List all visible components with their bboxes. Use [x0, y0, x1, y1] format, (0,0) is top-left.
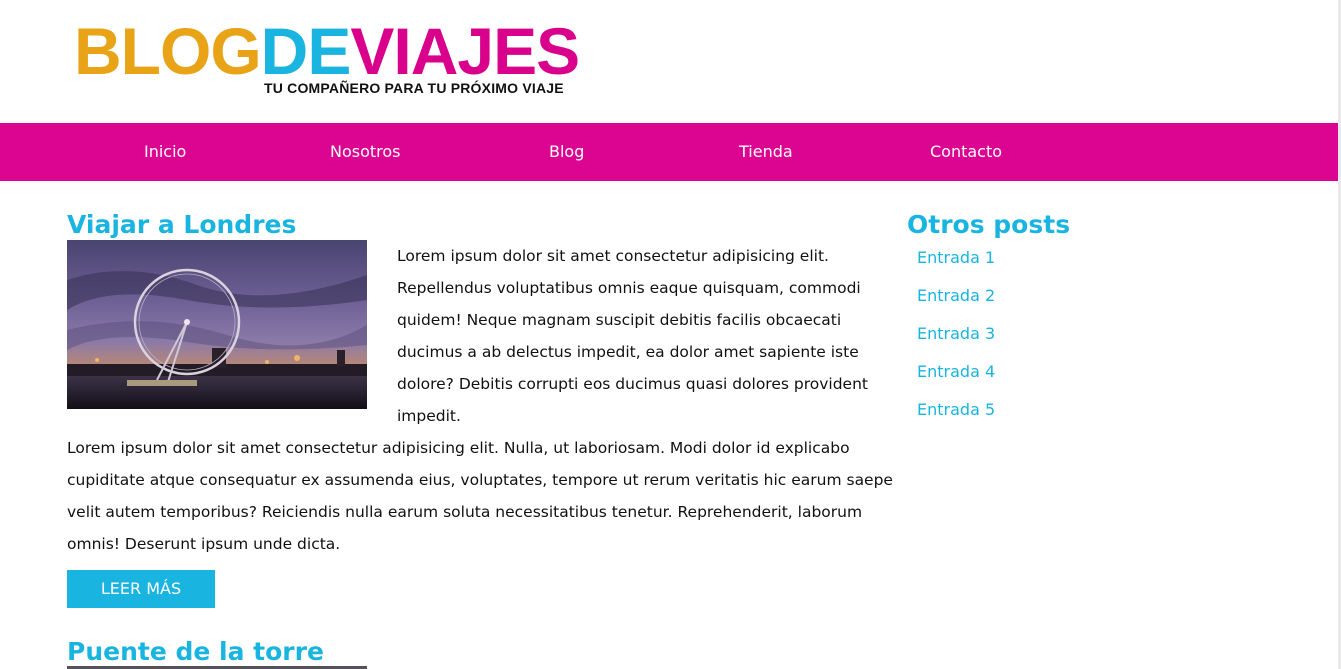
sidebar-item-entrada-2[interactable]: Entrada 2 — [917, 286, 995, 324]
nav-item-blog[interactable]: Blog — [549, 142, 584, 161]
logo-part-de: DE — [260, 14, 352, 88]
nav-item-tienda[interactable]: Tienda — [739, 142, 793, 161]
nav-item-nosotros[interactable]: Nosotros — [330, 142, 401, 161]
article-paragraph-2: Lorem ipsum dolor sit amet consectetur a… — [67, 439, 893, 553]
site-logo[interactable]: BLOGDEVIAJES TU COMPAÑERO PARA TU PRÓXIM… — [74, 18, 594, 100]
main-nav: Inicio Nosotros Blog Tienda Contacto — [0, 123, 1338, 181]
article-image — [67, 240, 367, 409]
nav-item-inicio[interactable]: Inicio — [144, 142, 186, 161]
nav-item-contacto[interactable]: Contacto — [930, 142, 1002, 161]
sidebar-title: Otros posts — [907, 210, 1071, 239]
sidebar-item-entrada-3[interactable]: Entrada 3 — [917, 324, 995, 362]
article2-title[interactable]: Puente de la torre — [67, 637, 324, 666]
logo-tagline: TU COMPAÑERO PARA TU PRÓXIMO VIAJE — [264, 80, 564, 96]
logo-part-viajes: VIAJES — [350, 14, 580, 88]
sidebar-item-entrada-5[interactable]: Entrada 5 — [917, 400, 995, 438]
logo-wordmark: BLOGDEVIAJES — [74, 18, 580, 84]
sidebar-item-entrada-4[interactable]: Entrada 4 — [917, 362, 995, 400]
london-eye-image — [67, 240, 367, 409]
sidebar-list: Entrada 1 Entrada 2 Entrada 3 Entrada 4 … — [917, 248, 995, 438]
sidebar-item-entrada-1[interactable]: Entrada 1 — [917, 248, 995, 286]
page: BLOGDEVIAJES TU COMPAÑERO PARA TU PRÓXIM… — [0, 0, 1341, 669]
read-more-button[interactable]: LEER MÁS — [67, 570, 215, 608]
article-title[interactable]: Viajar a Londres — [67, 210, 296, 239]
logo-part-blog: BLOG — [74, 14, 262, 88]
